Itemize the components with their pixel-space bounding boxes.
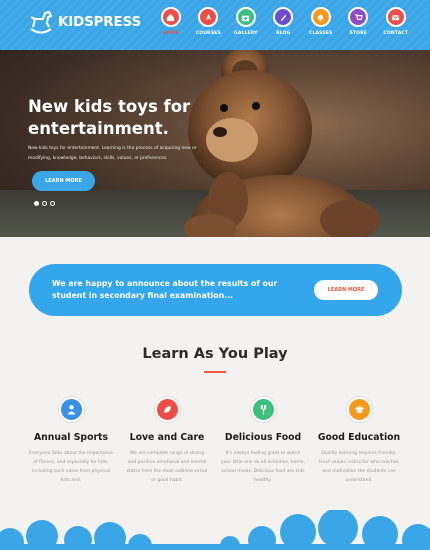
nav-label: BLOG xyxy=(276,31,291,36)
feature-card: Good Education Quality learning requires… xyxy=(311,397,407,485)
feature-text: Everyone talks about the importance of f… xyxy=(29,451,113,483)
bell-icon xyxy=(310,7,331,27)
slider-dot[interactable] xyxy=(50,201,55,206)
nav-item-courses[interactable]: COURSES xyxy=(190,7,228,36)
feature-text: We are complete range of strong and posi… xyxy=(126,451,208,483)
announcement-banner: We are happy to announce about the resul… xyxy=(29,264,402,316)
home-icon xyxy=(160,7,181,27)
hero-title: New kids toys for entertainment. xyxy=(28,97,191,138)
hero-text: New kids toys for entertainment. Learnin… xyxy=(28,146,197,161)
person-icon xyxy=(58,397,84,422)
nav-label: STORE xyxy=(349,31,368,36)
announcement-learn-more-button[interactable]: LEARN MORE xyxy=(314,280,378,300)
nav-item-classes[interactable]: CLASSES xyxy=(302,7,340,36)
brand-name: KIDSPRESS xyxy=(58,14,141,30)
nav-item-store[interactable]: STORE xyxy=(340,7,378,36)
feature-title: Delicious Food xyxy=(224,432,302,443)
nav-item-gallery[interactable]: GALLERY xyxy=(227,7,265,36)
title-underline xyxy=(204,371,226,373)
feature-text: Quality learning requires friendly, trus… xyxy=(319,451,399,483)
feature-text: It's always feeling great to watch your … xyxy=(221,451,305,483)
nav-label: HOME xyxy=(162,31,179,36)
feature-title: Good Education xyxy=(317,432,401,443)
section-title: Learn As You Play xyxy=(142,346,288,362)
announcement-text: We are happy to announce about the resul… xyxy=(52,279,278,300)
nav-item-blog[interactable]: BLOG xyxy=(265,7,303,36)
logo[interactable]: KIDSPRESS xyxy=(27,9,141,35)
feature-title: Love and Care xyxy=(129,432,205,443)
fork-icon xyxy=(250,397,276,422)
camera-icon xyxy=(235,7,256,27)
site-header: KIDSPRESS HOME COURSES GALLERY BLOG CLAS… xyxy=(0,0,430,50)
graduation-cap-icon xyxy=(346,397,372,422)
cart-icon xyxy=(348,7,369,27)
slider-dot[interactable] xyxy=(34,201,39,206)
nav-label: CONTACT xyxy=(383,31,409,36)
nav-label: COURSES xyxy=(195,31,221,36)
nav-label: CLASSES xyxy=(309,31,333,36)
mail-icon xyxy=(385,7,406,27)
hero-slider: New kids toys for entertainment. New kid… xyxy=(0,50,430,237)
main-nav: HOME COURSES GALLERY BLOG CLASSES STORE … xyxy=(152,7,415,36)
nav-item-home[interactable]: HOME xyxy=(152,7,190,36)
rocket-icon xyxy=(198,7,219,27)
pencil-icon xyxy=(273,7,294,27)
slider-dots xyxy=(34,201,55,206)
features-row: Annual Sports Everyone talks about the i… xyxy=(23,397,407,485)
leaf-icon xyxy=(154,397,180,422)
nav-item-contact[interactable]: CONTACT xyxy=(377,7,415,36)
hero-learn-more-button[interactable]: LEARN MORE xyxy=(32,171,95,191)
cloud-footer-decoration xyxy=(0,510,430,550)
slider-dot[interactable] xyxy=(42,201,47,206)
feature-title: Annual Sports xyxy=(33,432,109,443)
feature-card: Love and Care We are complete range of s… xyxy=(119,397,215,485)
nav-label: GALLERY xyxy=(233,31,258,36)
feature-card: Annual Sports Everyone talks about the i… xyxy=(23,397,119,485)
rocking-horse-icon xyxy=(30,11,52,34)
feature-card: Delicious Food It's always feeling great… xyxy=(215,397,311,485)
